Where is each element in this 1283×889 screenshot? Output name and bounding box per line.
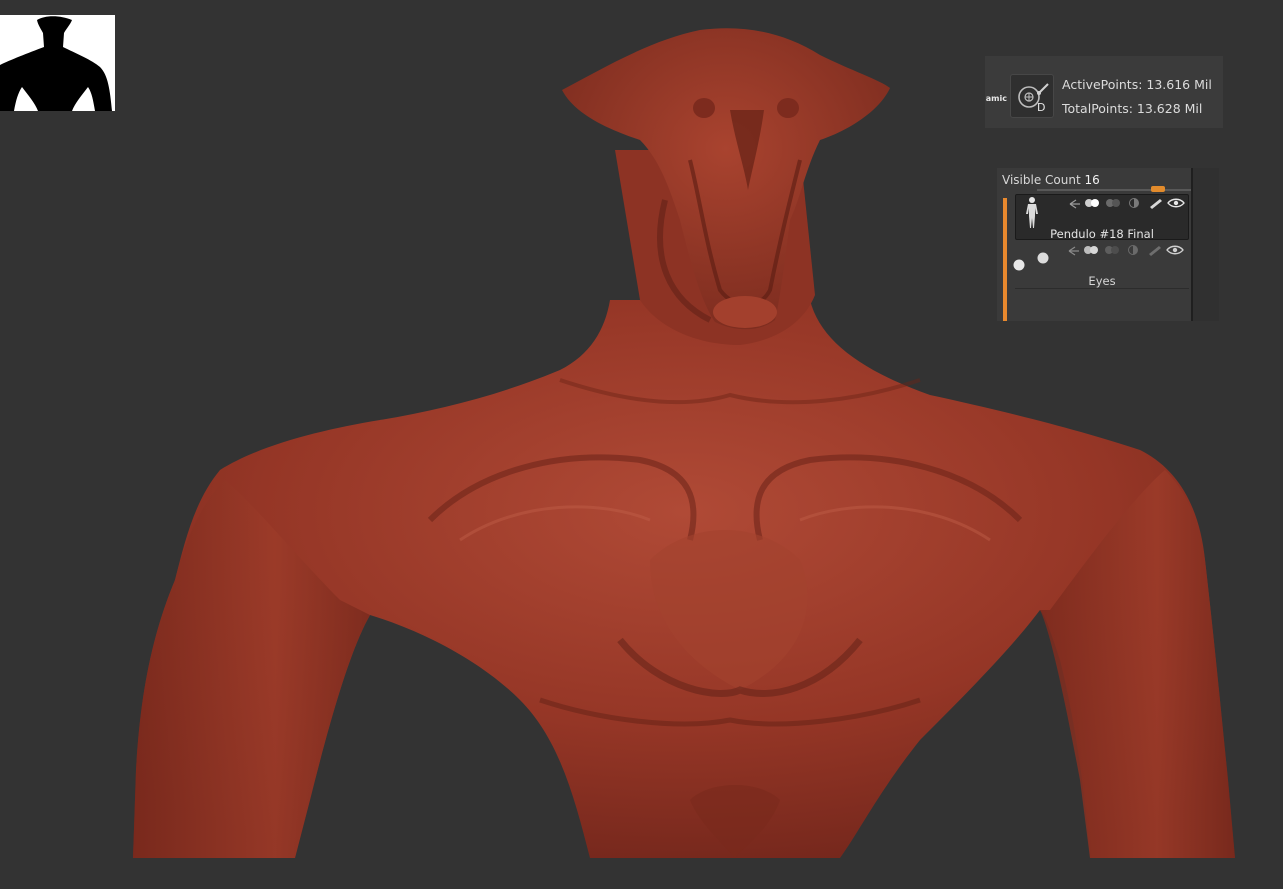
brush-icon (1149, 246, 1161, 256)
brush-icon (1150, 199, 1162, 209)
sculpted-creature-model[interactable] (0, 0, 1283, 889)
figure-thumbnail-icon (1026, 197, 1038, 228)
svg-text:D: D (1037, 101, 1045, 114)
spheres-thumbnail-icon (1013, 252, 1049, 271)
panel-side-strip (1193, 168, 1219, 321)
points-info-panel: amic D ActivePoints: 13.616 Mil TotalPoi… (985, 56, 1223, 128)
subtool-name: Eyes (1088, 274, 1116, 288)
visible-count-label: Visible Count 16 (1002, 173, 1100, 187)
active-points-readout: ActivePoints: 13.616 Mil (1062, 77, 1212, 92)
subtool-panel: Visible Count 16 Pendulo #18 Final Eyes (997, 168, 1219, 321)
arrow-icon (1068, 246, 1079, 256)
subtool-item-eyes[interactable]: Eyes (1013, 242, 1189, 289)
dynamic-button[interactable]: D (1010, 74, 1054, 118)
visible-count-text: Visible Count (1002, 173, 1081, 187)
document-canvas[interactable] (0, 0, 1283, 889)
subtool-icons (1064, 197, 1188, 211)
subtool-item-pendulo[interactable]: Pendulo #18 Final (1015, 194, 1189, 241)
total-points-readout: TotalPoints: 13.628 Mil (1062, 101, 1203, 116)
visible-count-value: 16 (1084, 173, 1100, 187)
subtool-icons (1063, 244, 1187, 258)
visible-count-slider[interactable] (1037, 186, 1197, 192)
silhouette-icon (0, 16, 112, 111)
dynamic-perspective-icon: D (1018, 83, 1049, 114)
slider-handle[interactable] (1151, 186, 1165, 192)
silhouette-thumbnail[interactable] (0, 15, 115, 111)
subtool-name: Pendulo #18 Final (1050, 227, 1154, 241)
active-subtool-indicator (1003, 198, 1007, 321)
arrow-icon (1069, 199, 1080, 209)
dynamic-tab[interactable]: amic (985, 92, 1007, 106)
